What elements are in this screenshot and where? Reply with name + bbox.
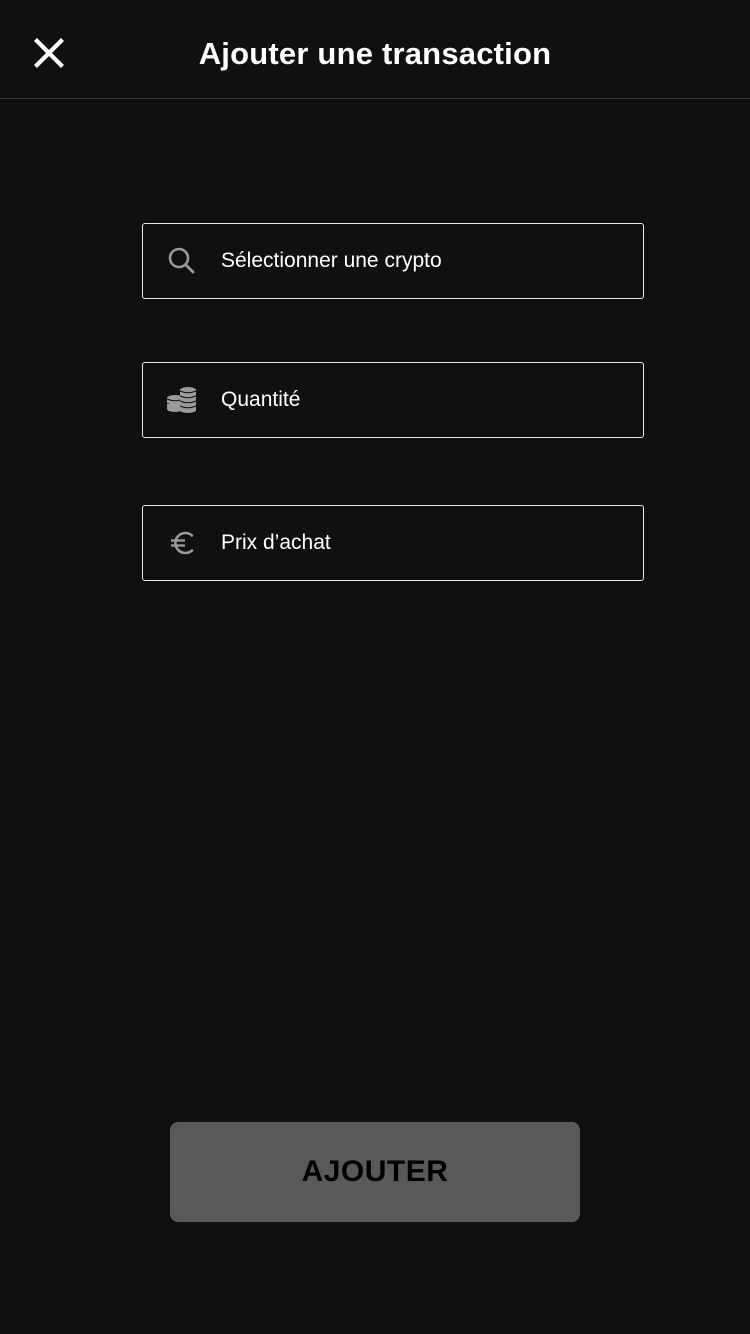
add-transaction-screen: Ajouter une transaction Sélectionner une… [0,0,750,1334]
crypto-select-placeholder: Sélectionner une crypto [221,249,442,272]
page-title: Ajouter une transaction [198,36,552,71]
quantity-field[interactable]: Quantité [142,362,644,438]
quantity-placeholder: Quantité [221,388,301,411]
purchase-price-placeholder: Prix d’achat [221,531,331,554]
search-icon [143,224,221,298]
add-button[interactable]: AJOUTER [170,1122,580,1222]
coins-icon [143,363,221,437]
purchase-price-field[interactable]: Prix d’achat [142,505,644,581]
header-bar: Ajouter une transaction [0,0,750,99]
euro-icon [143,506,221,580]
crypto-select-field[interactable]: Sélectionner une crypto [142,223,644,299]
